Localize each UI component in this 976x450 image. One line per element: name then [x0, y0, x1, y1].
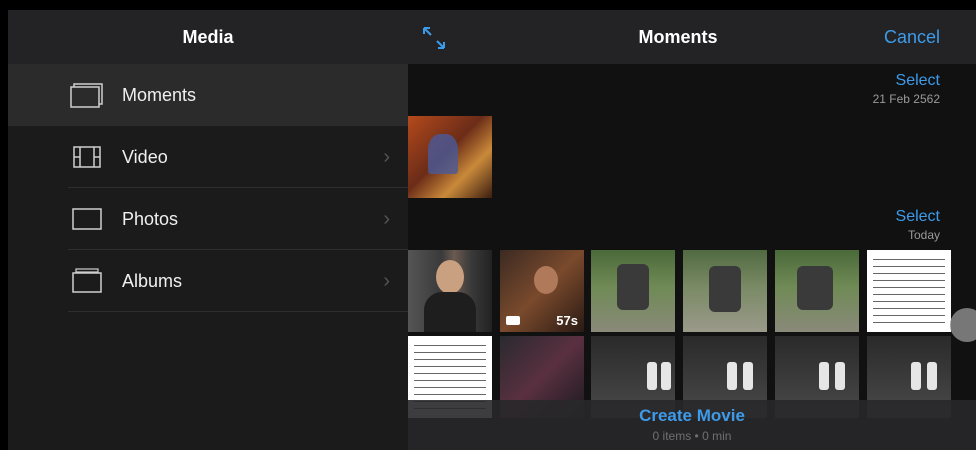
- video-duration: 57s: [556, 313, 578, 328]
- film-icon: [70, 144, 104, 170]
- video-camera-icon: [506, 316, 520, 325]
- sidebar-item-label: Albums: [122, 271, 183, 291]
- sidebar-item-label: Moments: [122, 85, 197, 105]
- media-thumbnail[interactable]: 57s: [500, 250, 584, 332]
- sidebar-item-moments[interactable]: Moments: [8, 64, 408, 126]
- moments-icon: [70, 82, 104, 108]
- moment-date: 21 Feb 2562: [872, 92, 940, 106]
- top-bar: Media Moments Cancel: [8, 10, 976, 64]
- sidebar-item-video[interactable]: Video ›: [8, 126, 408, 188]
- cancel-button[interactable]: Cancel: [884, 10, 940, 64]
- moment-header: Select Today: [896, 208, 940, 242]
- scroll-handle[interactable]: [950, 308, 976, 342]
- moments-content: Select 21 Feb 2562 Select Today 57s Crea…: [408, 64, 976, 450]
- divider: [68, 311, 408, 312]
- sidebar: Moments Video › Photos › Albums ›: [8, 64, 408, 450]
- chevron-right-icon: ›: [383, 270, 390, 292]
- moment-date: Today: [907, 228, 940, 242]
- moment-header: Select 21 Feb 2562: [873, 72, 940, 106]
- media-thumbnail[interactable]: [867, 250, 951, 332]
- imovie-media-browser: Media Moments Cancel Moments Video › Pho…: [8, 10, 976, 450]
- album-icon: [70, 268, 104, 294]
- media-thumbnail[interactable]: [591, 250, 675, 332]
- media-thumbnail[interactable]: [775, 250, 859, 332]
- sidebar-item-label: Video: [122, 147, 168, 167]
- media-thumbnail[interactable]: [408, 250, 492, 332]
- photo-icon: [70, 206, 104, 232]
- create-movie-bar: Create Movie 0 items • 0 min: [408, 400, 976, 450]
- media-thumbnail[interactable]: [408, 116, 492, 198]
- selection-summary: 0 items • 0 min: [652, 429, 732, 443]
- select-button[interactable]: Select: [873, 72, 940, 90]
- media-title: Media: [182, 27, 234, 47]
- sidebar-item-albums[interactable]: Albums ›: [8, 250, 408, 312]
- expand-icon[interactable]: [420, 24, 448, 52]
- select-button[interactable]: Select: [896, 208, 940, 226]
- chevron-right-icon: ›: [383, 146, 390, 168]
- media-thumbnail[interactable]: [683, 250, 767, 332]
- sidebar-item-label: Photos: [122, 209, 179, 229]
- create-movie-button[interactable]: Create Movie: [408, 406, 976, 426]
- moments-title: Moments: [638, 27, 718, 47]
- sidebar-item-photos[interactable]: Photos ›: [8, 188, 408, 250]
- chevron-right-icon: ›: [383, 208, 390, 230]
- document-preview: [873, 256, 945, 326]
